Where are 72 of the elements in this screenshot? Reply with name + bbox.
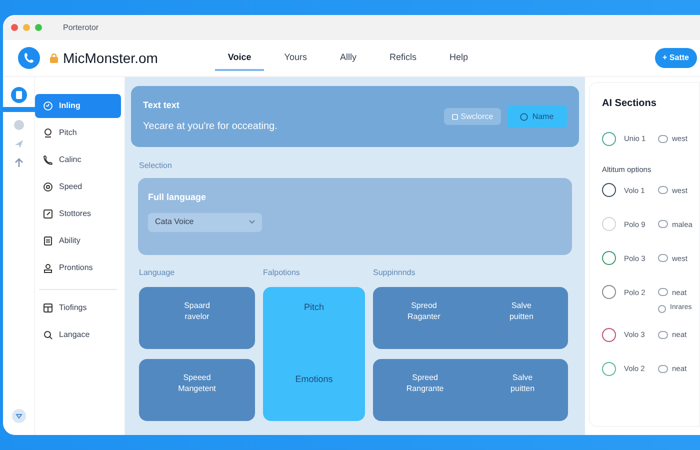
toggle-icon[interactable] bbox=[658, 330, 668, 339]
tile-label: Speeed Mangetent bbox=[178, 373, 216, 395]
sidebar-item[interactable]: Tiofings bbox=[35, 296, 121, 320]
nav-tab[interactable]: Help bbox=[436, 45, 481, 71]
radio-button[interactable] bbox=[602, 183, 616, 198]
tile-label: Spaard ravelor bbox=[184, 301, 210, 323]
voice-dropdown[interactable]: Cata Voice bbox=[148, 212, 262, 232]
active-indicator bbox=[3, 107, 34, 112]
head-icon bbox=[43, 128, 53, 138]
panel-title: AI Sections bbox=[602, 97, 658, 111]
tile-label: Salve puitten bbox=[509, 301, 534, 323]
tile-label: Spreed Rangrante bbox=[406, 373, 444, 395]
toggle-icon[interactable] bbox=[658, 254, 668, 262]
section-heading: Selection bbox=[139, 160, 173, 172]
banner-title: Text text bbox=[143, 99, 180, 112]
group-heading: Language bbox=[139, 267, 176, 279]
sidebar-item[interactable]: Langace bbox=[35, 323, 121, 347]
nav-tab[interactable]: Reficls bbox=[376, 45, 430, 71]
send-icon[interactable] bbox=[14, 139, 24, 149]
gauge-icon bbox=[43, 182, 53, 192]
tile-label: Spreod Raganter bbox=[408, 301, 440, 323]
sidebar-item[interactable]: Stottores bbox=[35, 202, 121, 226]
option-tile[interactable]: Pitch Emotions bbox=[263, 287, 365, 421]
arrow-up-icon[interactable] bbox=[14, 158, 24, 168]
maximize-icon[interactable] bbox=[35, 24, 42, 31]
toggle-icon[interactable] bbox=[658, 186, 668, 194]
nav-tab[interactable]: Voice bbox=[214, 45, 264, 71]
radio-button[interactable] bbox=[602, 328, 616, 342]
option-tile[interactable]: Spreod Raganter Salve puitten bbox=[373, 287, 568, 349]
book-icon[interactable] bbox=[10, 87, 26, 103]
sidebar-item[interactable]: Prontions bbox=[35, 256, 121, 280]
square-icon bbox=[43, 209, 53, 219]
window-title: Porterotor bbox=[63, 22, 99, 34]
lock-icon bbox=[50, 53, 58, 63]
nav-tab[interactable]: Yours bbox=[271, 45, 320, 71]
name-button[interactable]: Name bbox=[507, 105, 567, 128]
dial-icon bbox=[43, 101, 53, 111]
person-icon bbox=[43, 263, 53, 273]
close-icon[interactable] bbox=[11, 24, 18, 31]
toggle-icon[interactable] bbox=[658, 135, 668, 143]
box-icon bbox=[43, 303, 53, 313]
option-tile[interactable]: Speeed Mangetent bbox=[139, 359, 255, 421]
banner-text: Yecare at you're for occeating. bbox=[143, 120, 278, 134]
sidebar-item[interactable]: Ability bbox=[35, 229, 121, 253]
group-heading: Falpotions bbox=[263, 267, 301, 279]
phone-icon bbox=[18, 47, 40, 69]
sidebar-item[interactable]: Inling bbox=[35, 94, 121, 118]
group-heading: Suppinnnds bbox=[373, 267, 416, 279]
radio-button[interactable] bbox=[602, 362, 616, 376]
stack-icon bbox=[43, 236, 53, 246]
radio-button[interactable] bbox=[602, 285, 616, 300]
card-title: Full language bbox=[148, 191, 208, 204]
toggle-icon[interactable] bbox=[658, 220, 668, 228]
radio-button[interactable] bbox=[602, 251, 616, 266]
option-tile[interactable]: Spaard ravelor bbox=[139, 287, 255, 349]
toggle-icon[interactable] bbox=[658, 364, 668, 373]
radio-button[interactable] bbox=[602, 132, 616, 146]
chevron-down-icon bbox=[249, 220, 255, 224]
tile-label: Emotions bbox=[295, 373, 333, 386]
minimize-icon[interactable] bbox=[23, 24, 30, 31]
site-name: MicMonster.om bbox=[63, 48, 158, 68]
sidebar-item[interactable]: Calinc bbox=[35, 148, 121, 172]
tile-label: Salve puitten bbox=[510, 373, 535, 395]
filter-icon[interactable] bbox=[12, 409, 26, 423]
option-tile[interactable]: Spreed Rangrante Salve puitten bbox=[373, 359, 568, 421]
tile-label: Pitch bbox=[304, 301, 324, 314]
search-icon bbox=[43, 330, 53, 340]
sidebar-item[interactable]: Pitch bbox=[35, 121, 121, 145]
nav-tab[interactable]: Allly bbox=[326, 45, 370, 71]
phone-icon bbox=[43, 155, 53, 165]
checkbox-icon bbox=[452, 114, 458, 120]
sidebar-item[interactable]: Speed bbox=[35, 175, 121, 199]
